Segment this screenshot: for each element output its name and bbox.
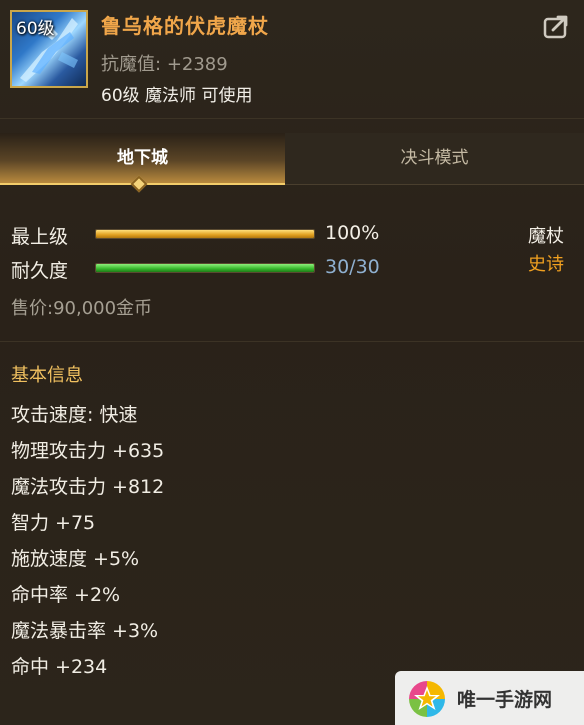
item-header: 60级 鲁乌格的伏虎魔杖 抗魔值: +2389 60级 魔法师 可使用: [0, 0, 584, 118]
stat-line: 智力 +75: [11, 512, 96, 534]
divider: [0, 118, 584, 119]
item-level-tag: 60级: [16, 19, 55, 39]
price-label: 售价:: [11, 298, 54, 319]
tab-dungeon[interactable]: 地下城: [0, 133, 285, 185]
resist-label: 抗魔值:: [101, 54, 162, 75]
durability-label: 耐久度: [11, 260, 69, 282]
basic-info-title: 基本信息: [11, 365, 83, 386]
item-name: 鲁乌格的伏虎魔杖: [101, 14, 269, 38]
price-value: 90,000金币: [53, 298, 153, 319]
stat-line: 物理攻击力 +635: [11, 440, 165, 462]
item-tooltip-panel: 60级 鲁乌格的伏虎魔杖 抗魔值: +2389 60级 魔法师 可使用 地下城 …: [0, 0, 584, 725]
stat-line: 施放速度 +5%: [11, 548, 140, 570]
upgrade-label: 最上级: [11, 226, 69, 248]
usable-requirement: 60级 魔法师 可使用: [101, 86, 253, 106]
upgrade-bar: [95, 229, 315, 239]
durability-bar-fill: [96, 264, 314, 272]
stat-line: 命中 +234: [11, 656, 108, 678]
site-watermark: 唯一手游网: [395, 671, 584, 725]
upgrade-value: 100%: [325, 222, 380, 244]
upgrade-bar-fill: [96, 230, 314, 238]
stat-line: 命中率 +2%: [11, 584, 121, 606]
share-icon[interactable]: [543, 14, 571, 40]
durability-bar: [95, 263, 315, 273]
resist-value: +2389: [166, 54, 228, 75]
divider: [0, 341, 584, 342]
mode-tabs: 地下城 决斗模式: [0, 133, 584, 185]
weapon-type: 魔杖: [528, 226, 564, 247]
stat-line: 魔法攻击力 +812: [11, 476, 165, 498]
tab-duel-mode[interactable]: 决斗模式: [285, 133, 584, 185]
rarity-label: 史诗: [528, 254, 564, 275]
sell-price: 售价:90,000金币: [11, 294, 152, 320]
stat-line: 攻击速度: 快速: [11, 404, 138, 426]
stat-line: 魔法暴击率 +3%: [11, 620, 159, 642]
durability-value: 30/30: [325, 256, 380, 278]
watermark-text: 唯一手游网: [457, 689, 553, 711]
magic-resist: 抗魔值: +2389: [101, 50, 228, 76]
star-logo-icon: [407, 679, 447, 719]
ice-staff-icon: 60级: [10, 10, 88, 88]
